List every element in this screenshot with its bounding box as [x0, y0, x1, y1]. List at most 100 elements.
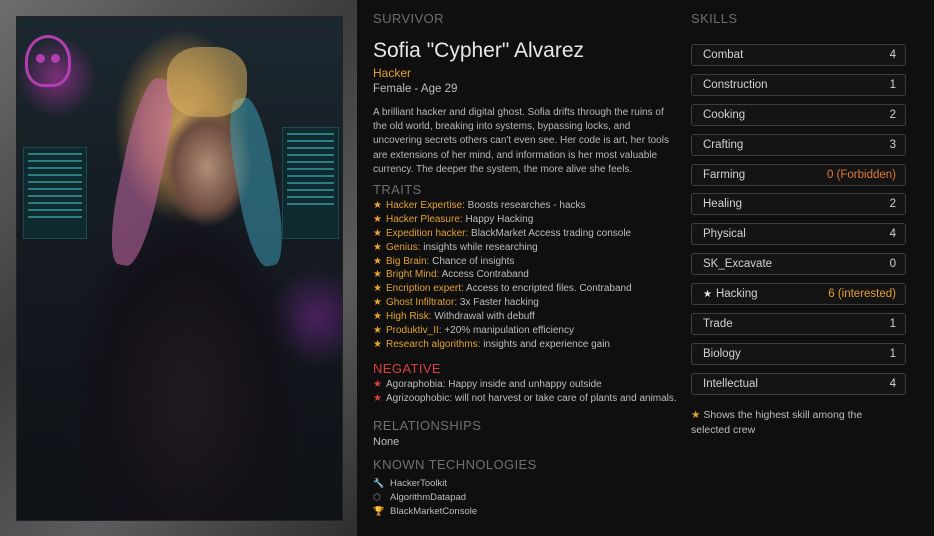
skill-name: SK_Excavate	[703, 258, 773, 271]
star-icon: ★	[703, 289, 712, 301]
trait-description: Boosts researches - hacks	[467, 200, 586, 211]
skill-name: Hacking	[715, 288, 758, 301]
skill-label: Intellectual	[703, 374, 758, 394]
skill-row[interactable]: Trade 1	[691, 313, 906, 336]
skill-value: 2	[889, 108, 896, 121]
skill-value: 4	[889, 228, 896, 241]
trait-name: Ghost Infiltrator:	[385, 297, 458, 309]
trait-description: Withdrawal with debuff	[434, 311, 535, 323]
skill-row[interactable]: Healing 2	[691, 193, 906, 216]
technologies-header: KNOWN TECHNOLOGIES	[373, 457, 537, 472]
star-icon: ★	[373, 325, 382, 337]
star-icon: ★	[373, 379, 382, 390]
skill-row[interactable]: Physical 4	[691, 223, 906, 246]
skill-value: 4	[889, 377, 896, 390]
chip-icon: ⬡	[373, 492, 381, 502]
star-icon: ★	[373, 213, 382, 225]
technology-item: 🔧 HackerToolkit	[373, 476, 477, 490]
trait-item: ★ Bright Mind: Access Contraband	[373, 268, 632, 282]
trait-item: ★ Hacker Expertise: Boosts researches - h…	[373, 199, 632, 213]
trait-name: High Risk:	[385, 311, 432, 323]
technology-item: ⬡ AlgorithmDatapad	[373, 490, 477, 504]
trait-name: Research algorithms:	[385, 338, 481, 350]
skill-label: Biology	[703, 344, 741, 364]
skill-label: Crafting	[703, 135, 743, 155]
skill-label: Healing	[703, 194, 742, 214]
portrait-frame	[0, 0, 357, 536]
trait-description: insights while researching	[423, 241, 538, 253]
star-icon: ★	[373, 255, 382, 267]
skill-row[interactable]: Biology 1	[691, 342, 906, 365]
skill-label: Cooking	[703, 105, 745, 125]
technology-label: BlackMarketConsole	[390, 506, 478, 517]
star-icon: ★	[373, 241, 382, 253]
traits-list: ★ Hacker Expertise: Boosts researches - h…	[373, 199, 632, 352]
trophy-icon: 🏆	[373, 506, 385, 516]
skill-name: Cooking	[703, 108, 746, 121]
legend-text: Shows the highest skill among the select…	[691, 409, 863, 436]
skill-value: 3	[889, 138, 896, 151]
hair-streak	[102, 74, 182, 270]
traits-header: TRAITS	[373, 182, 422, 197]
skill-value: 0 (Forbidden)	[826, 168, 896, 181]
survivor-meta: Female - Age 29	[373, 83, 458, 95]
skill-value: 1	[889, 318, 896, 331]
survivor-header: SURVIVOR	[373, 11, 444, 26]
survivor-bio: A brilliant hacker and digital ghost. So…	[373, 107, 669, 175]
skill-row[interactable]: Construction 1	[691, 73, 906, 96]
negative-traits-list: ★ Agoraphobia: Happy inside and unhappy o…	[373, 378, 677, 406]
skill-row[interactable]: ★ Hacking 6 (interested)	[691, 283, 906, 306]
trait-item: ★ Expedition hacker: BlackMarket Access t…	[373, 227, 632, 241]
skill-name: Biology	[703, 347, 741, 360]
skill-name: Trade	[703, 318, 733, 331]
negative-trait-item: ★ Agrizoophobic: will not harvest or take…	[373, 392, 677, 406]
negative-trait-item: ★ Agoraphobia: Happy inside and unhappy o…	[373, 378, 677, 392]
monitor-screen	[23, 147, 87, 239]
negative-trait-text: Agoraphobia: Happy inside and unhappy ou…	[385, 379, 602, 390]
trait-description: insights and experience gain	[483, 338, 610, 350]
skill-name: Physical	[703, 228, 746, 241]
hair-streak	[167, 47, 247, 117]
skills-legend: ★ Shows the highest skill among the selec…	[691, 408, 891, 438]
skill-label: Combat	[703, 45, 743, 65]
hair-streak	[222, 94, 290, 270]
skill-row[interactable]: Crafting 3	[691, 133, 906, 156]
skill-name: Combat	[703, 49, 744, 61]
trait-item: ★ Ghost Infiltrator: 3x Faster hacking	[373, 296, 632, 310]
skill-value: 1	[889, 347, 896, 360]
skill-row[interactable]: Cooking 2	[691, 103, 906, 126]
trait-description: +20% manipulation efficiency	[444, 325, 574, 337]
survivor-portrait	[16, 16, 343, 521]
trait-description: Chance of insights	[432, 255, 515, 267]
skill-label: Farming	[703, 165, 745, 185]
trait-item: ★ Encription expert: Access to encripted …	[373, 282, 632, 296]
trait-description: Happy Hacking	[465, 213, 534, 225]
skill-name: Intellectual	[703, 377, 758, 390]
technology-label: AlgorithmDatapad	[390, 492, 467, 503]
negative-header: NEGATIVE	[373, 361, 441, 376]
star-icon: ★	[373, 269, 382, 281]
skill-label: SK_Excavate	[703, 254, 772, 274]
trait-item: ★ High Risk: Withdrawal with debuff	[373, 310, 632, 324]
wrench-icon: 🔧	[373, 478, 385, 488]
skill-row[interactable]: SK_Excavate 0	[691, 253, 906, 276]
trait-name: Expedition hacker:	[385, 227, 469, 239]
skill-value: 0	[889, 258, 896, 271]
skill-row[interactable]: Combat 4	[691, 44, 906, 66]
skill-label: Trade	[703, 314, 733, 334]
skill-row[interactable]: Farming 0 (Forbidden)	[691, 163, 906, 186]
star-icon: ★	[691, 409, 701, 421]
skill-name: Healing	[703, 198, 742, 211]
negative-trait-text: Agrizoophobic: will not harvest or take …	[385, 392, 677, 404]
star-icon: ★	[373, 297, 382, 309]
trait-name: Bright Mind:	[385, 269, 440, 281]
relationships-value: None	[373, 436, 400, 448]
skill-row[interactable]: Intellectual 4	[691, 372, 906, 395]
trait-item: ★ Produktiv_II: +20% manipulation efficie…	[373, 324, 632, 338]
survivor-role: Hacker	[373, 66, 412, 80]
skill-label: Physical	[703, 224, 746, 244]
skills-header: SKILLS	[691, 11, 738, 26]
trait-item: ★ Hacker Pleasure: Happy Hacking	[373, 213, 632, 227]
trait-item: ★ Genius: insights while researching	[373, 241, 632, 255]
trait-description: Access Contraband	[441, 269, 529, 281]
